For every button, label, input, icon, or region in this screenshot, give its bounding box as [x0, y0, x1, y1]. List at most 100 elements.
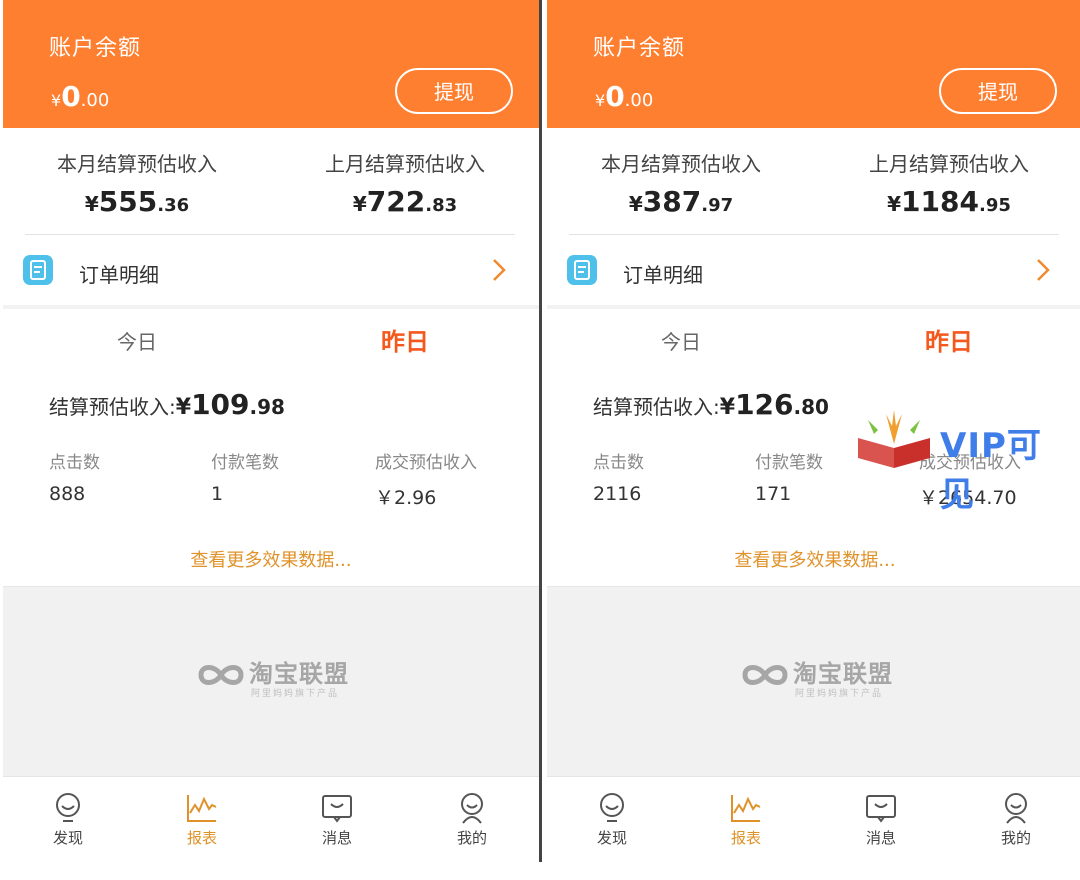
book-logo-icon — [858, 410, 930, 468]
nav-message[interactable]: 消息 — [302, 791, 372, 848]
settle-income: 结算预估收入:¥126.80 — [593, 388, 829, 421]
nav-discover[interactable]: 发现 — [33, 791, 103, 848]
nav-mine-label: 我的 — [1000, 829, 1031, 847]
this-month-value: ¥387.97 — [547, 185, 815, 218]
balance-integer: 0 — [61, 80, 81, 113]
settle-integer: 126 — [735, 388, 794, 421]
stat-deal-value: ￥2.96 — [375, 487, 437, 509]
last-month-label: 上月结算预估收入 — [325, 152, 485, 176]
settle-currency: ¥ — [175, 395, 192, 420]
chevron-right-icon — [1037, 259, 1050, 281]
chevron-right-icon — [493, 259, 506, 281]
stat-deal-income: 成交预估收入 ￥2.96 — [375, 448, 477, 510]
tab-yesterday-label: 昨日 — [925, 328, 973, 356]
taobao-union-logo: 淘宝联盟 阿里妈妈旗下产品 — [197, 654, 357, 699]
settle-income: 结算预估收入:¥109.98 — [49, 388, 285, 421]
withdraw-button[interactable]: 提现 — [395, 68, 513, 114]
stat-payments: 付款笔数 171 — [755, 448, 823, 505]
balance-label: 账户余额 — [49, 36, 142, 61]
more-data-link[interactable]: 查看更多效果数据... — [3, 546, 539, 572]
bottom-nav: 发现 报表 消息 我的 — [547, 776, 1080, 863]
tab-today-label: 今日 — [661, 330, 701, 354]
section-gap — [3, 305, 539, 309]
last-month-decimal: .83 — [425, 195, 458, 216]
taobao-union-logo: 淘宝联盟 阿里妈妈旗下产品 — [741, 654, 901, 699]
tab-yesterday[interactable]: 昨日 — [815, 322, 1080, 357]
stat-clicks: 点击数 2116 — [593, 448, 644, 505]
stat-payments-value: 171 — [755, 483, 792, 505]
balance-header: 账户余额 ¥0.00 提现 — [547, 0, 1080, 128]
tab-today-label: 今日 — [117, 330, 157, 354]
nav-report[interactable]: 报表 — [167, 791, 237, 848]
this-month-integer: 387 — [642, 185, 702, 218]
vip-watermark: VIP可见 — [854, 404, 1074, 515]
order-detail-label: 订单明细 — [79, 263, 159, 287]
this-month-value: ¥555.36 — [3, 185, 271, 218]
balance-amount: ¥0.00 — [51, 80, 109, 113]
user-icon — [1005, 793, 1027, 824]
settle-decimal: .98 — [249, 395, 285, 419]
last-month-decimal: .95 — [978, 195, 1011, 216]
bulb-icon — [600, 793, 624, 822]
stat-payments: 付款笔数 1 — [211, 448, 279, 505]
balance-integer: 0 — [605, 80, 625, 113]
last-month-value: ¥722.83 — [271, 185, 539, 218]
last-month-income: 上月结算预估收入 ¥1184.95 — [815, 148, 1080, 218]
app-screen-left: 账户余额 ¥0.00 提现 本月结算预估收入 ¥555.36 上月结算预估收入 … — [3, 0, 539, 880]
chart-icon — [187, 795, 217, 822]
stat-clicks-value: 2116 — [593, 483, 642, 505]
stat-clicks-label: 点击数 — [49, 453, 100, 473]
stat-payments-label: 付款笔数 — [755, 453, 823, 473]
this-month-integer: 555 — [98, 185, 158, 218]
last-month-currency: ¥ — [887, 192, 902, 216]
tab-today[interactable]: 今日 — [547, 322, 815, 355]
tab-today[interactable]: 今日 — [3, 322, 271, 355]
withdraw-button[interactable]: 提现 — [939, 68, 1057, 114]
order-detail-row[interactable]: 订单明细 — [3, 235, 539, 305]
message-icon — [866, 795, 896, 823]
logo-text: 淘宝联盟 — [793, 660, 893, 688]
screen-divider — [539, 0, 542, 862]
nav-mine-label: 我的 — [456, 829, 487, 847]
infinity-logo-icon — [198, 665, 244, 685]
order-list-icon — [567, 255, 597, 285]
logo-text: 淘宝联盟 — [249, 660, 349, 688]
this-month-currency: ¥ — [84, 192, 99, 216]
settle-label: 结算预估收入: — [593, 395, 720, 419]
nav-report-label: 报表 — [186, 829, 217, 847]
this-month-income: 本月结算预估收入 ¥387.97 — [547, 148, 815, 218]
nav-mine[interactable]: 我的 — [981, 791, 1051, 848]
nav-report[interactable]: 报表 — [711, 791, 781, 848]
last-month-integer: 722 — [366, 185, 426, 218]
user-icon — [461, 793, 483, 824]
order-list-icon — [23, 255, 53, 285]
settle-currency: ¥ — [719, 395, 736, 420]
nav-discover-label: 发现 — [52, 829, 83, 847]
balance-currency: ¥ — [595, 91, 606, 110]
this-month-currency: ¥ — [628, 192, 643, 216]
balance-label: 账户余额 — [593, 36, 686, 61]
last-month-currency: ¥ — [352, 192, 367, 216]
tab-yesterday[interactable]: 昨日 — [271, 322, 539, 357]
last-month-income: 上月结算预估收入 ¥722.83 — [271, 148, 539, 218]
nav-discover[interactable]: 发现 — [577, 791, 647, 848]
stat-payments-value: 1 — [211, 483, 224, 505]
this-month-label: 本月结算预估收入 — [601, 152, 761, 176]
last-month-value: ¥1184.95 — [815, 185, 1080, 218]
balance-decimal: .00 — [80, 90, 110, 111]
nav-message[interactable]: 消息 — [846, 791, 916, 848]
more-data-link[interactable]: 查看更多效果数据... — [547, 546, 1080, 572]
bottom-nav: 发现 报表 消息 我的 — [3, 776, 539, 863]
settle-integer: 109 — [191, 388, 250, 421]
monthly-summary: 本月结算预估收入 ¥387.97 上月结算预估收入 ¥1184.95 — [547, 128, 1080, 234]
this-month-income: 本月结算预估收入 ¥555.36 — [3, 148, 271, 218]
bulb-icon — [56, 793, 80, 822]
monthly-summary: 本月结算预估收入 ¥555.36 上月结算预估收入 ¥722.83 — [3, 128, 539, 234]
order-detail-row[interactable]: 订单明细 — [547, 235, 1080, 305]
this-month-decimal: .97 — [701, 195, 734, 216]
nav-mine[interactable]: 我的 — [437, 791, 507, 848]
balance-header: 账户余额 ¥0.00 提现 — [3, 0, 539, 128]
last-month-integer: 1184 — [901, 185, 979, 218]
nav-report-label: 报表 — [730, 829, 761, 847]
nav-message-label: 消息 — [321, 829, 352, 847]
